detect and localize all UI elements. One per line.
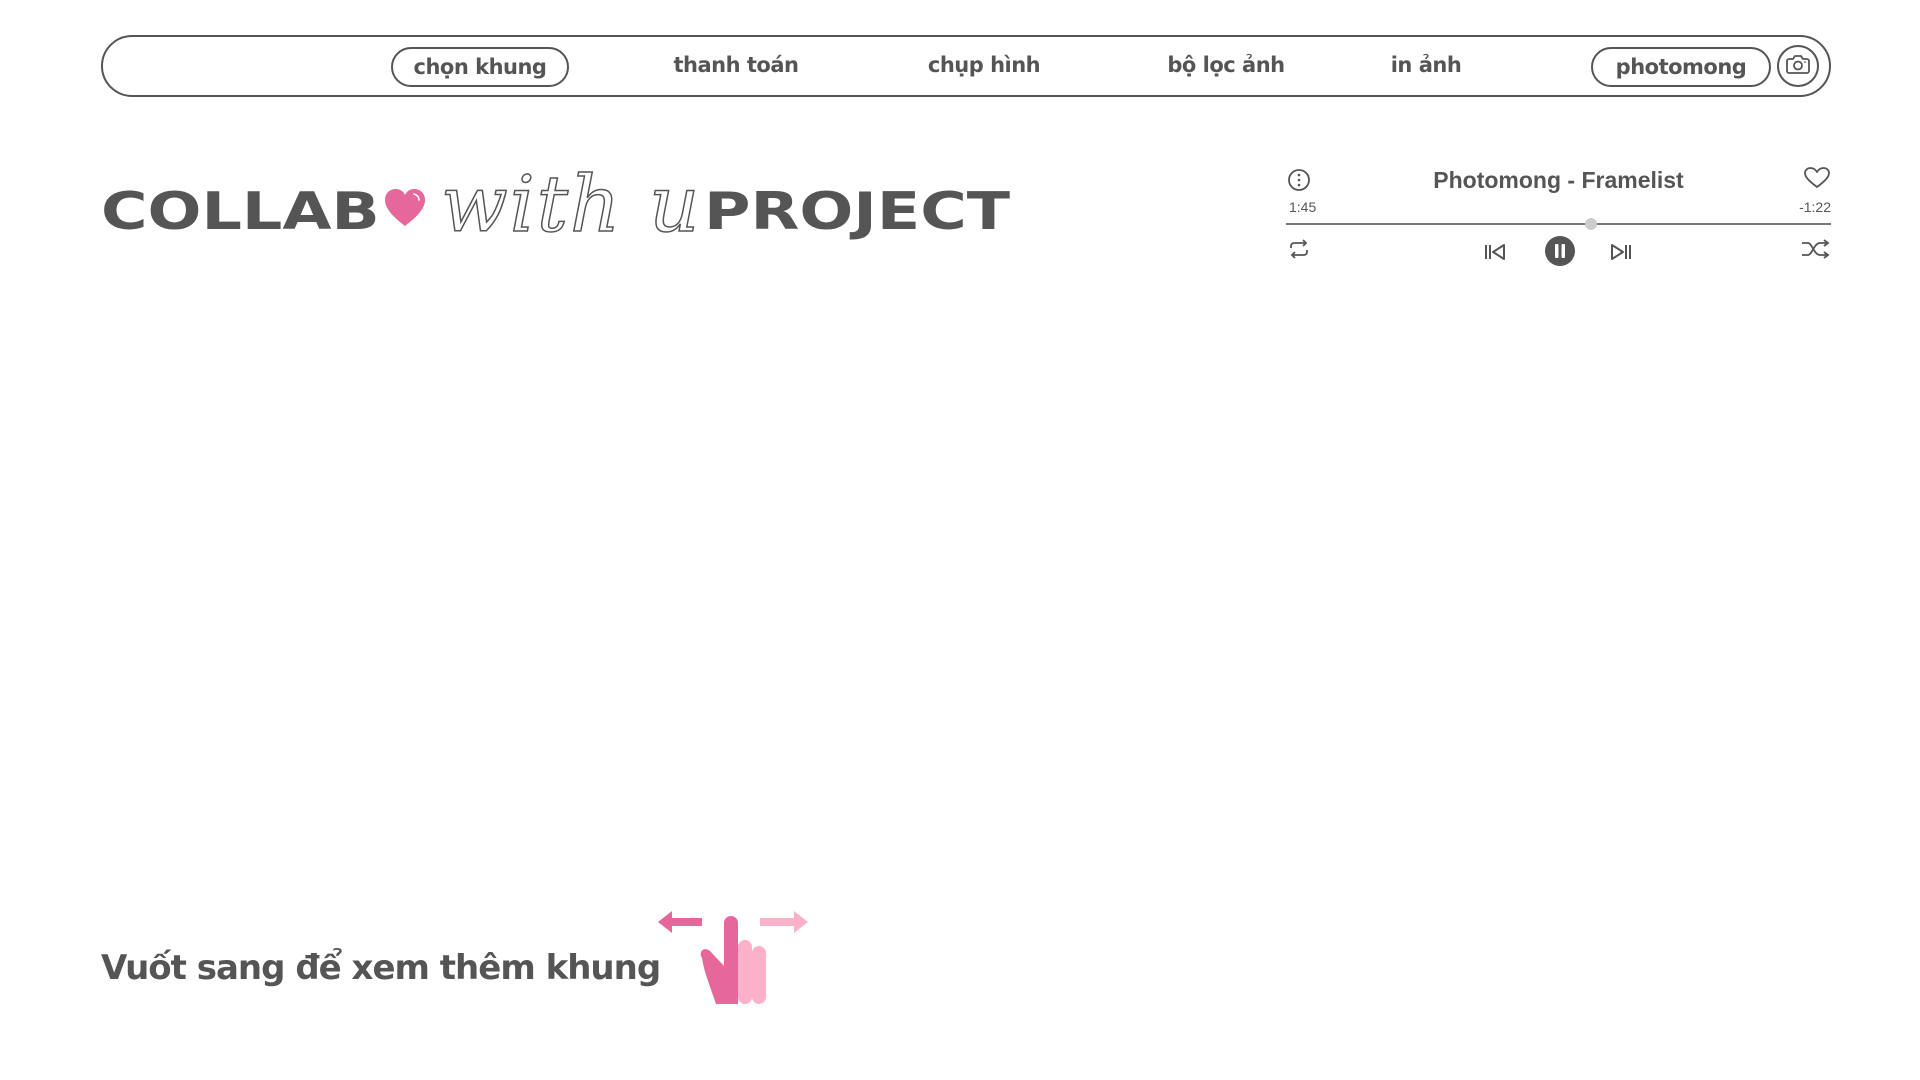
remaining-time: -1:22: [1799, 199, 1831, 215]
music-player: Photomong - Framelist 1:45 -1:22: [1286, 163, 1831, 273]
title-collab: COLLAB: [101, 182, 380, 242]
top-nav-bar: chọn khung thanh toán chụp hình bộ lọc ả…: [101, 35, 1831, 97]
previous-icon[interactable]: [1482, 239, 1508, 265]
next-icon[interactable]: [1608, 239, 1634, 265]
song-title: Photomong - Framelist: [1433, 167, 1684, 193]
title-script-with-u: with u: [440, 159, 702, 251]
progress-knob[interactable]: [1585, 218, 1598, 230]
repeat-icon[interactable]: [1286, 237, 1312, 261]
swipe-hint-text: Vuốt sang để xem thêm khung: [101, 948, 661, 988]
pause-icon[interactable]: [1544, 235, 1576, 267]
camera-icon: [1786, 54, 1810, 78]
nav-tab-thanh-toan[interactable]: thanh toán: [661, 47, 811, 87]
like-icon[interactable]: [1803, 165, 1831, 191]
nav-tab-chup-hinh[interactable]: chụp hình: [909, 47, 1059, 87]
shuffle-icon[interactable]: [1801, 237, 1831, 261]
nav-tab-in-anh[interactable]: in ảnh: [1371, 47, 1481, 87]
progress-track[interactable]: [1286, 218, 1831, 230]
elapsed-time: 1:45: [1289, 199, 1317, 215]
heart-icon: [384, 188, 426, 232]
title-project: PROJECT: [704, 182, 1011, 242]
nav-tab-chon-khung[interactable]: chọn khung: [391, 47, 569, 87]
camera-button[interactable]: [1777, 45, 1819, 87]
nav-tab-bo-loc-anh[interactable]: bộ lọc ảnh: [1151, 47, 1301, 87]
nav-tab-photomong[interactable]: photomong: [1591, 47, 1771, 87]
swipe-hand-icon: [658, 906, 808, 1010]
